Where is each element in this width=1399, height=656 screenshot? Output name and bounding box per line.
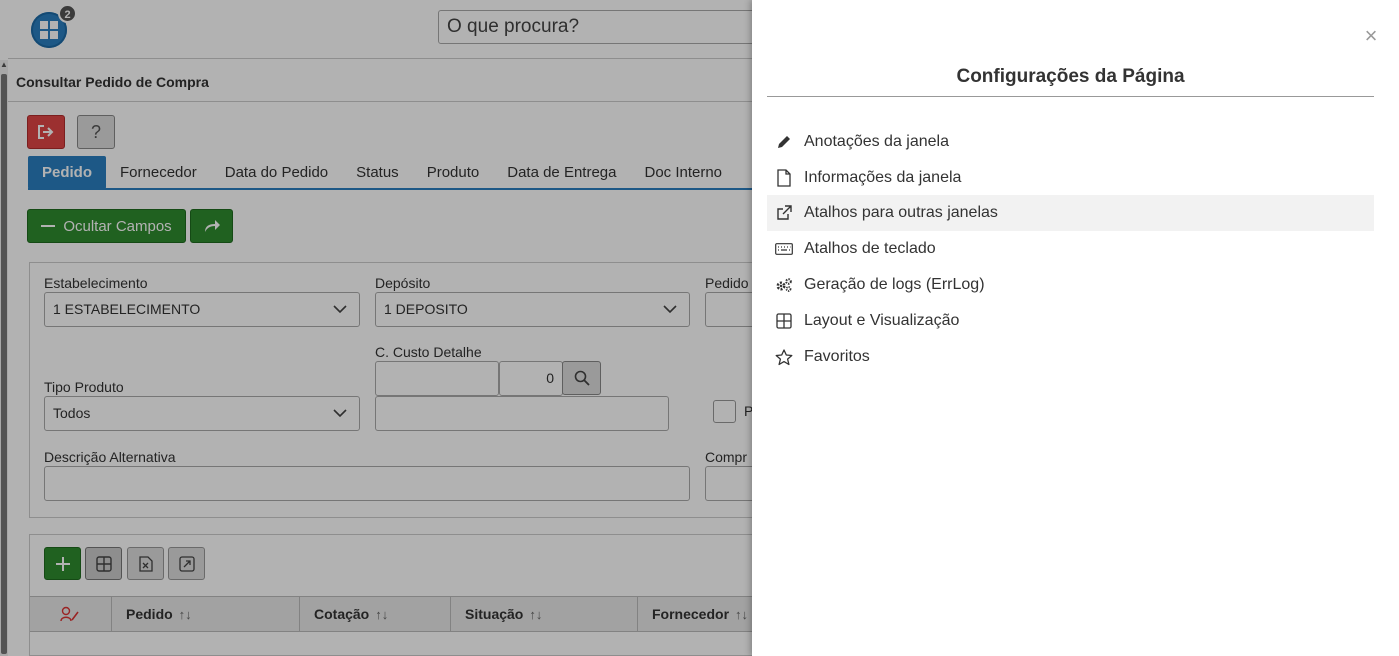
keyboard-icon (774, 239, 794, 259)
drawer-title: Configurações da Página (956, 66, 1185, 87)
pencil-icon (774, 132, 794, 152)
menu-item-label: Geração de logs (ErrLog) (804, 276, 985, 293)
grid-layout-icon (774, 311, 794, 331)
close-icon[interactable]: × (1361, 25, 1381, 47)
menu-item-error-logs[interactable]: Geração de logs (ErrLog) (767, 267, 1374, 303)
menu-item-label: Layout e Visualização (804, 312, 960, 329)
external-link-icon (774, 203, 794, 223)
menu-item-label: Atalhos para outras janelas (804, 204, 998, 221)
star-icon (774, 347, 794, 367)
document-icon (774, 168, 794, 188)
menu-item-label: Atalhos de teclado (804, 240, 936, 257)
drawer-divider (767, 96, 1374, 97)
menu-item-window-shortcuts[interactable]: Atalhos para outras janelas (767, 195, 1374, 231)
menu-item-window-notes[interactable]: Anotações da janela (767, 124, 1374, 160)
menu-item-keyboard-shortcuts[interactable]: Atalhos de teclado (767, 231, 1374, 267)
menu-item-label: Anotações da janela (804, 133, 949, 150)
menu-item-favorites[interactable]: Favoritos (767, 339, 1374, 375)
menu-item-window-info[interactable]: Informações da janela (767, 160, 1374, 196)
menu-item-label: Informações da janela (804, 169, 962, 186)
gears-icon (774, 275, 794, 295)
modal-overlay[interactable] (0, 0, 752, 656)
menu-item-layout[interactable]: Layout e Visualização (767, 303, 1374, 339)
menu-item-label: Favoritos (804, 348, 870, 365)
page-settings-drawer: × Configurações da Página Anotações da j… (752, 0, 1399, 656)
